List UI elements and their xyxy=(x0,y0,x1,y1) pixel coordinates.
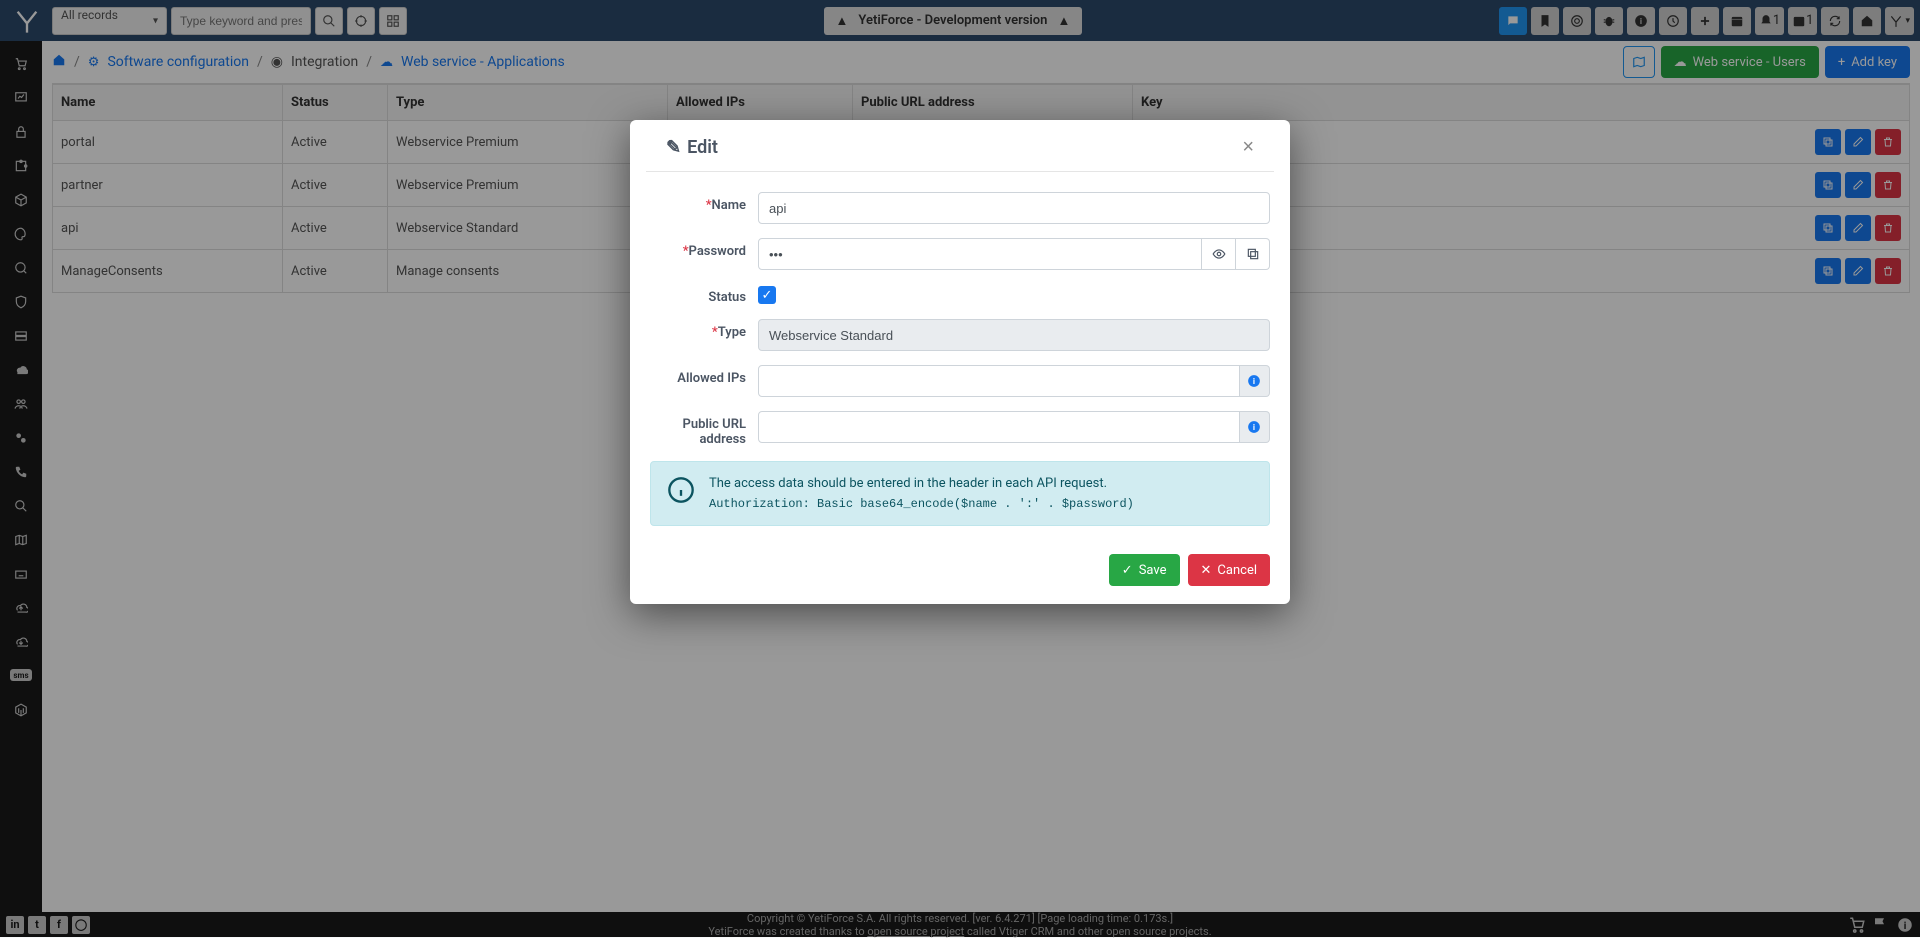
name-input[interactable] xyxy=(758,192,1270,224)
info-alert: The access data should be entered in the… xyxy=(650,461,1270,526)
modal-close-button[interactable]: × xyxy=(1242,136,1254,159)
check-icon: ✓ xyxy=(1122,563,1133,578)
show-password-button[interactable] xyxy=(1202,238,1236,270)
svg-text:i: i xyxy=(1253,376,1255,386)
label-password: Password xyxy=(689,244,746,259)
svg-text:i: i xyxy=(1253,422,1255,432)
edit-modal: ✎ Edit × *Name *Password Status ✓ *Type xyxy=(630,120,1290,604)
label-name: Name xyxy=(712,198,746,213)
public-url-input[interactable] xyxy=(758,411,1240,443)
status-checkbox[interactable]: ✓ xyxy=(758,286,776,304)
copy-password-button[interactable] xyxy=(1236,238,1270,270)
type-input xyxy=(758,319,1270,351)
label-status: Status xyxy=(708,290,746,305)
label-ips: Allowed IPs xyxy=(677,371,746,386)
url-info-button[interactable]: i xyxy=(1240,411,1270,443)
ips-info-button[interactable]: i xyxy=(1240,365,1270,397)
save-button[interactable]: ✓ Save xyxy=(1109,554,1180,586)
allowed-ips-input[interactable] xyxy=(758,365,1240,397)
password-input[interactable] xyxy=(758,238,1202,270)
modal-title-text: Edit xyxy=(687,137,718,158)
pencil-icon: ✎ xyxy=(666,137,681,158)
label-url: Public URL address xyxy=(683,417,747,447)
close-icon: ✕ xyxy=(1201,563,1212,578)
cancel-button[interactable]: ✕ Cancel xyxy=(1188,554,1270,586)
label-type: Type xyxy=(718,325,746,340)
info-code: Authorization: Basic base64_encode($name… xyxy=(709,497,1134,511)
info-text: The access data should be entered in the… xyxy=(709,476,1134,491)
info-circle-icon xyxy=(667,476,695,511)
